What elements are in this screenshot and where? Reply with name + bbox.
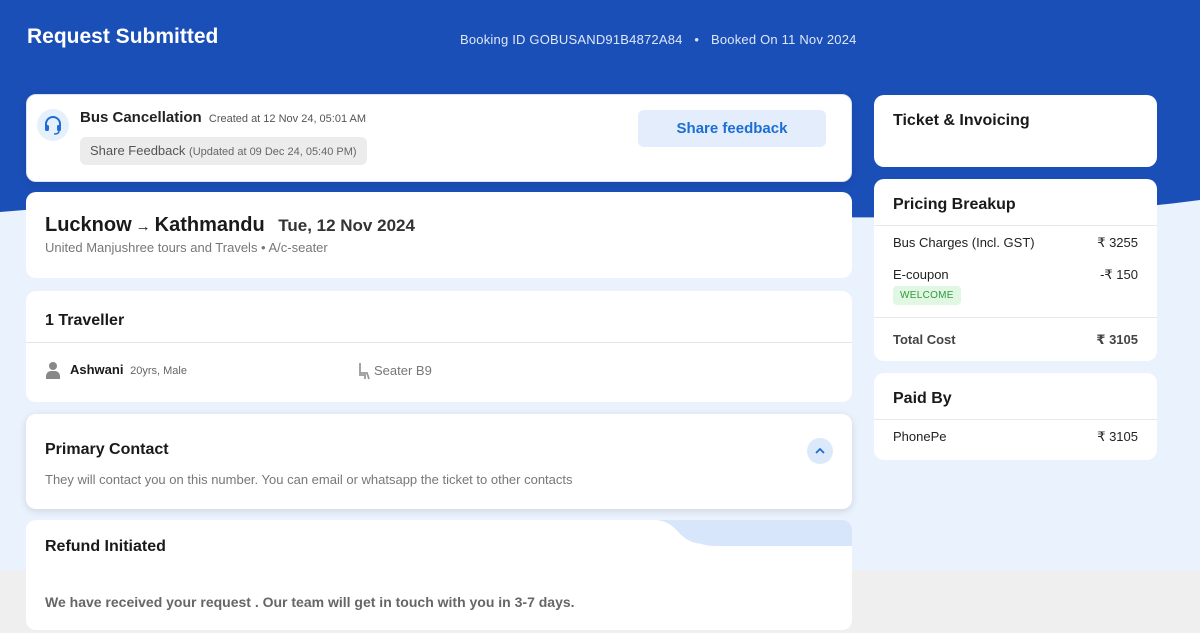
traveller-name-text: Ashwani (70, 362, 124, 377)
status-pill: Share Feedback (Updated at 09 Dec 24, 05… (80, 137, 367, 165)
traveller-details: 20yrs, Male (130, 365, 187, 377)
cancellation-card: Bus Cancellation Created at 12 Nov 24, 0… (26, 94, 852, 182)
share-feedback-button[interactable]: Share feedback (638, 110, 826, 147)
pricing-card: Pricing Breakup Bus Charges (Incl. GST) … (874, 179, 1157, 361)
cancellation-title: Bus Cancellation Created at 12 Nov 24, 0… (80, 109, 366, 126)
arrow-right-icon: → (135, 218, 151, 235)
payment-method: PhonePe (893, 429, 947, 444)
origin-city: Lucknow (45, 214, 132, 236)
booking-meta: Booking ID GOBUSAND91B4872A84 • Booked O… (460, 32, 857, 47)
ticket-title: Ticket & Invoicing (893, 112, 1030, 129)
travellers-card: 1 Traveller Ashwani 20yrs, Male Seater B… (26, 291, 852, 402)
bus-charges-label: Bus Charges (Incl. GST) (893, 235, 1035, 250)
booking-id: Booking ID GOBUSAND91B4872A84 (460, 32, 683, 47)
travellers-title: 1 Traveller (45, 312, 125, 329)
bus-charges-value: ₹ 3255 (1097, 235, 1138, 250)
ecoupon-value: -₹ 150 (1100, 267, 1138, 282)
refund-message: We have received your request . Our team… (45, 594, 575, 610)
total-value: ₹ 3105 (1096, 332, 1138, 347)
ecoupon-label: E-coupon (893, 267, 949, 282)
divider (874, 225, 1157, 226)
divider (874, 419, 1157, 420)
status-label: Share Feedback (90, 143, 186, 158)
chevron-up-icon (815, 447, 825, 454)
travel-date: Tue, 12 Nov 2024 (278, 216, 415, 235)
refund-card: Refund Initiated We have received your r… (26, 520, 852, 630)
cancellation-created: Created at 12 Nov 24, 05:01 AM (208, 113, 367, 125)
traveller-name: Ashwani 20yrs, Male (70, 362, 187, 377)
operator-info: United Manjushree tours and Travels • A/… (45, 240, 328, 255)
status-updated: (Updated at 09 Dec 24, 05:40 PM) (189, 146, 357, 158)
total-label: Total Cost (893, 332, 956, 347)
ticket-invoicing-card[interactable]: Ticket & Invoicing (874, 95, 1157, 167)
payment-card: Paid By PhonePe ₹ 3105 (874, 373, 1157, 460)
seat-icon (359, 363, 370, 380)
divider (874, 317, 1157, 318)
divider (26, 342, 852, 343)
collapse-button[interactable] (807, 438, 833, 464)
traveller-seat: Seater B9 (374, 363, 432, 378)
booked-on: Booked On 11 Nov 2024 (710, 32, 857, 47)
payment-amount: ₹ 3105 (1097, 429, 1138, 444)
coupon-badge: WELCOME (893, 286, 961, 305)
route-title: Lucknow → Kathmandu Tue, 12 Nov 2024 (45, 214, 415, 237)
page-title: Request Submitted (27, 25, 219, 48)
trip-card: Lucknow → Kathmandu Tue, 12 Nov 2024 Unite… (26, 192, 852, 278)
destination-city: Kathmandu (154, 214, 265, 236)
pricing-title: Pricing Breakup (893, 196, 1016, 213)
person-icon (46, 362, 60, 379)
headset-icon (37, 109, 69, 141)
contact-title: Primary Contact (45, 441, 169, 458)
payment-title: Paid By (893, 390, 952, 407)
contact-description: They will contact you on this number. Yo… (45, 472, 573, 487)
primary-contact-card: Primary Contact They will contact you on… (26, 414, 852, 509)
meta-separator: • (694, 32, 700, 47)
refund-title: Refund Initiated (45, 538, 166, 555)
cancellation-type: Bus Cancellation (80, 109, 202, 126)
